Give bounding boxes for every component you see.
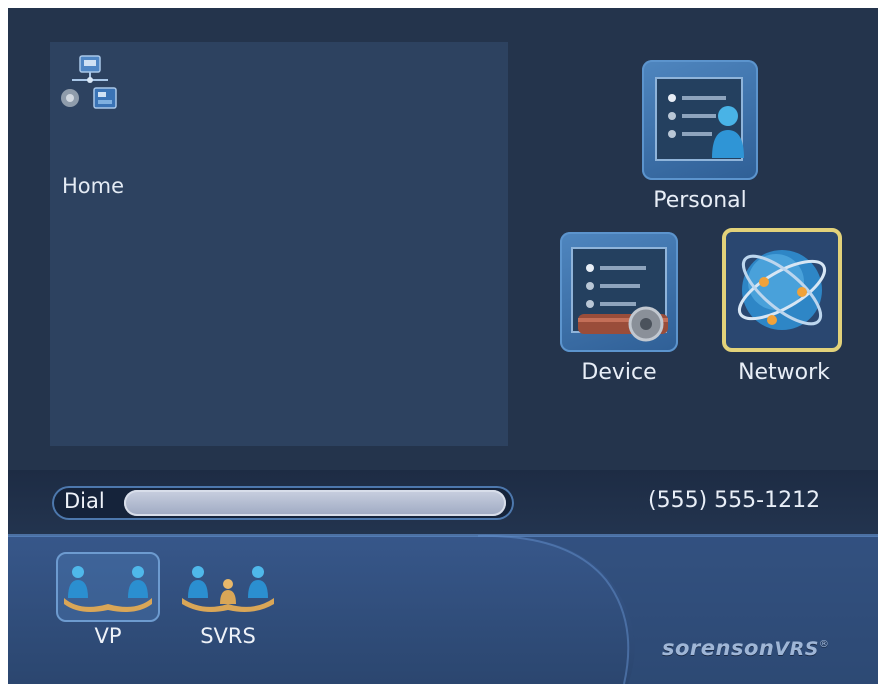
- videophone-screen: Home Personal Device Network Dial (555) …: [8, 8, 878, 684]
- selection-highlight: [722, 228, 842, 352]
- registered-mark: ®: [818, 639, 830, 650]
- phone-number: (555) 555-1212: [648, 488, 821, 513]
- home-label: Home: [61, 174, 124, 198]
- personal-tile: [642, 60, 758, 180]
- device-settings-icon: [571, 247, 668, 342]
- device-tile: [560, 232, 678, 352]
- device-label: Device: [581, 360, 657, 385]
- globe-network-icon: [737, 250, 827, 330]
- network-label: Network: [738, 360, 830, 385]
- network-devices-icon: [61, 55, 117, 109]
- brand-name-part1: sorenson: [662, 636, 775, 660]
- brand-name-part2: VRS: [774, 638, 819, 660]
- vp-label: VP: [94, 624, 122, 648]
- personal-settings-icon: [655, 77, 744, 161]
- two-people-icon: [64, 566, 152, 612]
- sorenson-vrs-logo: sorensonVRS®: [662, 636, 829, 660]
- dial-label: Dial: [64, 489, 105, 513]
- personal-label: Personal: [653, 188, 747, 213]
- svrs-label: SVRS: [200, 624, 256, 648]
- three-people-icon: [182, 566, 274, 612]
- dial-input[interactable]: [124, 490, 506, 516]
